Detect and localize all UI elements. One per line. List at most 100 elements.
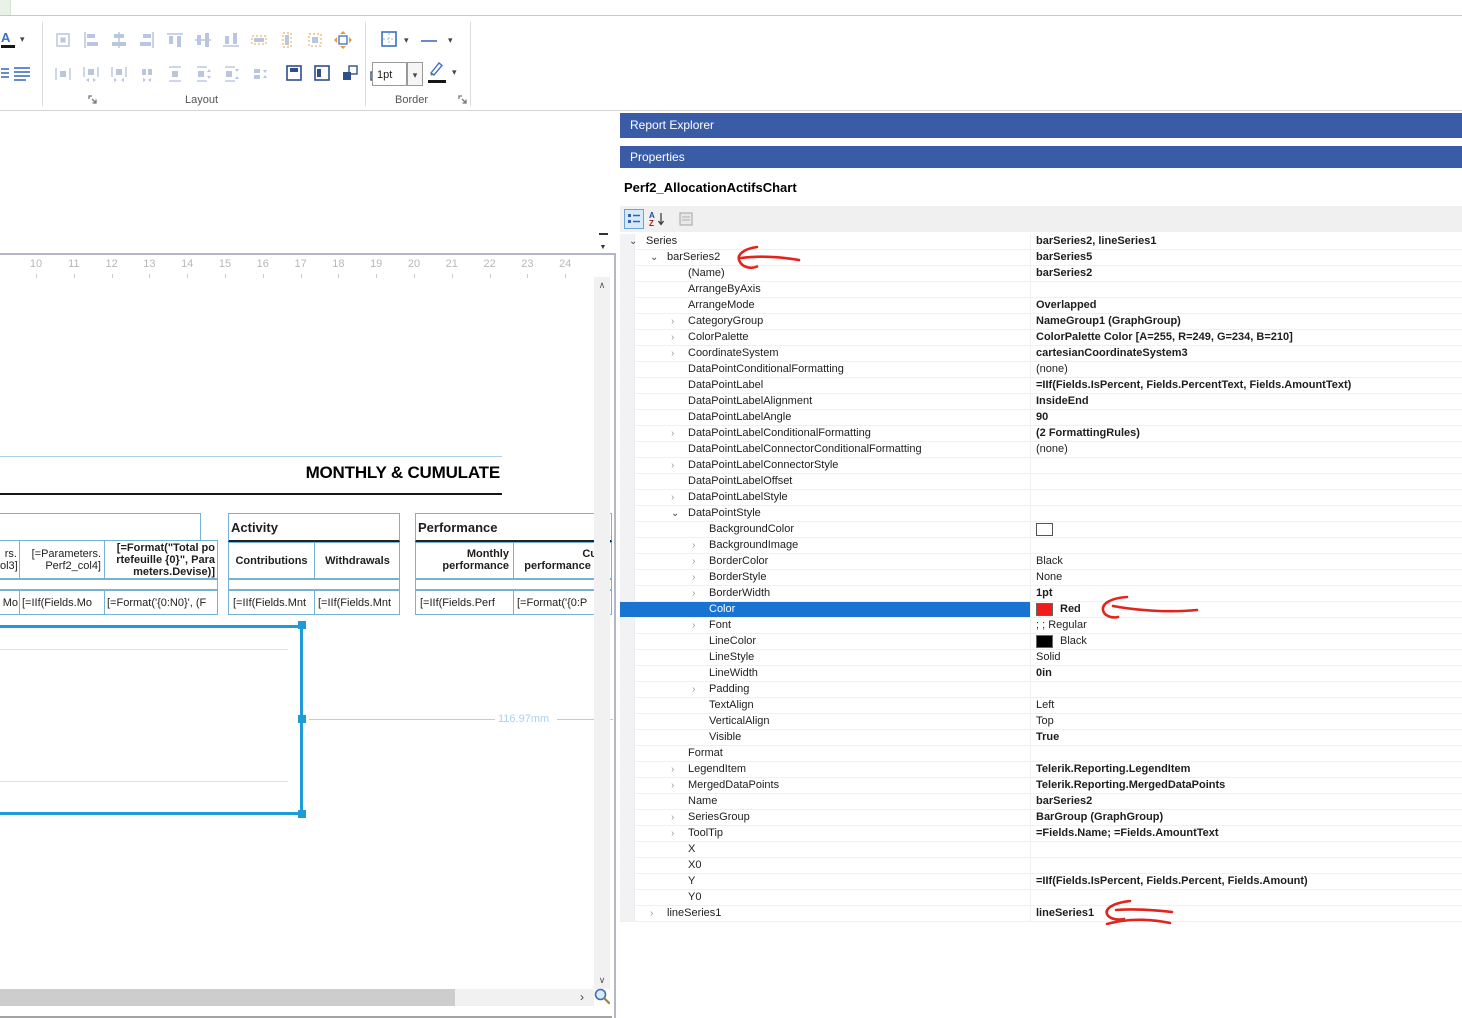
property-name-cell[interactable]: › DataPointLabelStyle xyxy=(620,490,1030,506)
property-name-cell[interactable]: DataPointLabelOffset xyxy=(620,474,1030,490)
property-row-datapointlabelstyle[interactable]: › DataPointLabelStyle xyxy=(620,490,1462,506)
property-value-cell[interactable] xyxy=(1030,522,1462,538)
zoom-magnifier-icon[interactable] xyxy=(593,987,611,1005)
property-name-cell[interactable]: VerticalAlign xyxy=(620,714,1030,730)
property-value-cell[interactable]: 90 xyxy=(1030,410,1462,426)
align-left-container-icon[interactable] xyxy=(313,64,331,82)
collapse-icon[interactable]: ⌄ xyxy=(629,234,637,249)
property-row-tooltip[interactable]: › ToolTip =Fields.Name; =Fields.AmountText xyxy=(620,826,1462,842)
expand-icon[interactable]: › xyxy=(671,826,674,841)
table-cell[interactable]: Contributions xyxy=(229,543,314,578)
property-row-datapointlabel[interactable]: DataPointLabel =IIf(Fields.IsPercent, Fie… xyxy=(620,378,1462,394)
selected-chart-element[interactable] xyxy=(0,625,303,815)
property-name-cell[interactable]: Visible xyxy=(620,730,1030,746)
property-name-cell[interactable]: X0 xyxy=(620,858,1030,874)
property-row-seriesgroup[interactable]: › SeriesGroup BarGroup (GraphGroup) xyxy=(620,810,1462,826)
table-cell[interactable]: [=Format("Total po rtefeuille {0}", Para… xyxy=(104,541,218,578)
property-value-cell[interactable]: Solid xyxy=(1030,650,1462,666)
property-value-cell[interactable]: None xyxy=(1030,570,1462,586)
property-value-cell[interactable] xyxy=(1030,890,1462,906)
border-line-style-icon[interactable] xyxy=(420,32,438,50)
h-spacing-remove-icon[interactable] xyxy=(138,65,156,83)
property-row-linewidth[interactable]: LineWidth 0in xyxy=(620,666,1462,682)
property-name-cell[interactable]: DataPointLabelConnectorConditionalFormat… xyxy=(620,442,1030,458)
activity-spacer-row[interactable] xyxy=(228,579,400,590)
align-top-container-icon[interactable] xyxy=(285,64,303,82)
property-name-cell[interactable]: DataPointLabel xyxy=(620,378,1030,394)
property-name-cell[interactable]: › Font xyxy=(620,618,1030,634)
property-row-lineseries1[interactable]: › lineSeries1 lineSeries1 xyxy=(620,906,1462,922)
same-height-icon[interactable] xyxy=(278,31,296,49)
property-value-cell[interactable] xyxy=(1030,842,1462,858)
horizontal-scrollbar-thumb[interactable] xyxy=(0,989,455,1006)
report-explorer-titlebar[interactable]: Report Explorer xyxy=(620,113,1462,138)
expand-icon[interactable]: › xyxy=(671,778,674,793)
left-table-spacer-row[interactable] xyxy=(0,579,218,590)
scroll-right-icon[interactable]: › xyxy=(580,990,584,1004)
border-select-icon[interactable] xyxy=(380,30,398,48)
property-row-datapointlabelangle[interactable]: DataPointLabelAngle 90 xyxy=(620,410,1462,426)
collapse-icon[interactable]: ⌄ xyxy=(650,250,658,265)
scroll-up-icon[interactable]: ∧ xyxy=(594,280,610,291)
table-cell[interactable]: Monthly performance xyxy=(416,543,513,578)
selection-handle[interactable] xyxy=(298,621,306,629)
expand-icon[interactable]: › xyxy=(692,586,695,601)
property-value-cell[interactable] xyxy=(1030,490,1462,506)
property-value-cell[interactable]: Top xyxy=(1030,714,1462,730)
property-row-name[interactable]: (Name) barSeries2 xyxy=(620,266,1462,282)
activity-table-title[interactable]: Activity xyxy=(228,513,400,542)
line-style-caret-icon[interactable]: ▾ xyxy=(448,36,453,45)
font-color-caret-icon[interactable]: ▾ xyxy=(20,35,25,44)
table-cell[interactable]: rs. ol3] xyxy=(0,541,19,578)
expand-icon[interactable]: › xyxy=(692,554,695,569)
property-row-format[interactable]: Format xyxy=(620,746,1462,762)
property-value-cell[interactable] xyxy=(1030,458,1462,474)
property-row-series[interactable]: ⌄ Series barSeries2, lineSeries1 xyxy=(620,234,1462,250)
property-value-cell[interactable]: Red xyxy=(1030,602,1462,618)
expand-icon[interactable]: › xyxy=(692,618,695,633)
property-name-cell[interactable]: › LegendItem xyxy=(620,762,1030,778)
property-name-cell[interactable]: › BorderWidth xyxy=(620,586,1030,602)
property-row-y0[interactable]: Y0 xyxy=(620,890,1462,906)
property-row-datapointlabelconnectorstyle[interactable]: › DataPointLabelConnectorStyle xyxy=(620,458,1462,474)
property-value-cell[interactable]: cartesianCoordinateSystem3 xyxy=(1030,346,1462,362)
border-width-dropdown[interactable]: ▾ xyxy=(407,62,423,86)
activity-data-row[interactable]: [=IIf(Fields.Mnt [=IIf(Fields.Mnt xyxy=(228,590,400,615)
align-lefts-icon[interactable] xyxy=(82,31,100,49)
property-row-datapointlabeloffset[interactable]: DataPointLabelOffset xyxy=(620,474,1462,490)
property-value-cell[interactable]: Left xyxy=(1030,698,1462,714)
property-value-cell[interactable]: =Fields.Name; =Fields.AmountText xyxy=(1030,826,1462,842)
align-text-icon[interactable] xyxy=(0,65,9,83)
same-width-icon[interactable] xyxy=(250,31,268,49)
expand-icon[interactable]: › xyxy=(671,314,674,329)
table-cell[interactable]: Withdrawals xyxy=(314,543,401,578)
selection-handle[interactable] xyxy=(298,810,306,818)
property-row-datapointlabelalignment[interactable]: DataPointLabelAlignment InsideEnd xyxy=(620,394,1462,410)
property-row-backgroundcolor[interactable]: BackgroundColor xyxy=(620,522,1462,538)
toolstrip-overflow-button[interactable]: ▼ xyxy=(596,233,610,254)
performance-header-row[interactable]: Monthly performance Cu performance i xyxy=(415,542,612,579)
property-name-cell[interactable]: ArrangeMode xyxy=(620,298,1030,314)
table-cell[interactable]: [=IIf(Fields.Mo xyxy=(19,591,104,614)
property-value-cell[interactable]: 1pt xyxy=(1030,586,1462,602)
property-name-cell[interactable]: BackgroundColor xyxy=(620,522,1030,538)
property-value-cell[interactable]: ColorPalette Color [A=255, R=249, G=234,… xyxy=(1030,330,1462,346)
expand-icon[interactable]: › xyxy=(671,330,674,345)
align-bottoms-icon[interactable] xyxy=(222,31,240,49)
property-value-cell[interactable]: ; ; Regular xyxy=(1030,618,1462,634)
property-value-cell[interactable]: lineSeries1 xyxy=(1030,906,1462,922)
scroll-down-icon[interactable]: ∨ xyxy=(594,975,610,986)
table-cell[interactable]: [=IIf(Fields.Mnt xyxy=(314,591,401,614)
v-spacing-decrease-icon[interactable] xyxy=(222,65,240,83)
property-name-cell[interactable]: Name xyxy=(620,794,1030,810)
property-name-cell[interactable]: ⌄ DataPointStyle xyxy=(620,506,1030,522)
property-name-cell[interactable]: ⌄ Series xyxy=(620,234,1030,250)
property-name-cell[interactable]: TextAlign xyxy=(620,698,1030,714)
property-value-cell[interactable] xyxy=(1030,682,1462,698)
align-centers-icon[interactable] xyxy=(110,31,128,49)
property-name-cell[interactable]: › CoordinateSystem xyxy=(620,346,1030,362)
performance-spacer-row[interactable] xyxy=(415,579,612,590)
property-name-cell[interactable]: › Padding xyxy=(620,682,1030,698)
expand-icon[interactable]: › xyxy=(692,538,695,553)
table-cell[interactable]: [=IIf(Fields.Mnt xyxy=(229,591,314,614)
